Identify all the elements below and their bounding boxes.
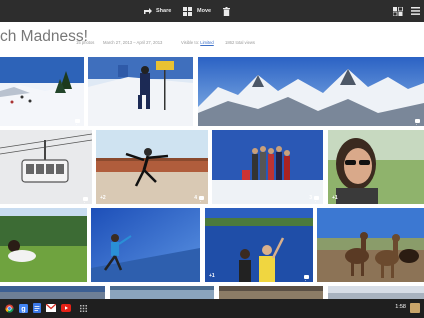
youtube-icon[interactable]	[61, 303, 71, 313]
grid-select-icon	[393, 6, 403, 16]
photo-group-snow[interactable]: 3	[212, 130, 323, 204]
delete-button[interactable]	[223, 0, 230, 22]
comment-icon	[304, 275, 309, 281]
photo-grass-lying[interactable]	[0, 208, 87, 282]
photo-skier-sign-image	[88, 57, 193, 126]
docs-icon[interactable]	[32, 303, 42, 313]
photo-deck-jump-comment: 4	[194, 195, 204, 202]
photo-count: 15 photos	[76, 40, 95, 45]
photo-jump-blue-sky-image	[91, 208, 200, 282]
photo-woman-sunglasses-plus: +1	[332, 195, 338, 201]
photo-ski-slope-badge	[75, 119, 80, 125]
comment-icon	[314, 196, 319, 202]
photo-row4-4[interactable]	[328, 286, 424, 299]
photo-lake-couple-plus: +1	[209, 273, 215, 279]
gmail-icon[interactable]	[46, 303, 56, 313]
status-clock[interactable]: 1:58	[395, 304, 406, 310]
photo-alpacas[interactable]	[317, 208, 424, 282]
photo-deck-jump-image	[96, 130, 208, 204]
photo-gondola-badge	[83, 197, 88, 203]
select-layout-button[interactable]	[393, 0, 403, 22]
chrome-icon[interactable]	[4, 303, 14, 313]
comment-icon	[199, 196, 204, 202]
share-label: Share	[156, 8, 172, 14]
trash-icon	[223, 6, 230, 16]
system-shelf: g 1:58	[0, 299, 424, 318]
photo-lake-couple[interactable]: +1	[205, 208, 313, 282]
view-count: 1862 total views	[225, 40, 256, 45]
photo-woman-sunglasses-image	[328, 130, 424, 204]
photo-deck-jump-plus: +2	[100, 195, 106, 201]
photo-deck-jump[interactable]: +2 4	[96, 130, 208, 204]
photo-mountain-panorama-badge	[415, 119, 420, 125]
share-icon	[144, 8, 152, 14]
photo-row4-2-image	[110, 286, 214, 299]
menu-icon	[411, 7, 420, 15]
photo-row4-2[interactable]	[110, 286, 214, 299]
photo-mountain-panorama[interactable]	[198, 57, 424, 126]
photo-grass-lying-image	[0, 208, 87, 282]
more-options-button[interactable]	[411, 0, 420, 22]
album-header: ch Madness! 15 photos March 27, 2013 – A…	[0, 22, 424, 55]
photo-lake-couple-comment	[304, 275, 309, 281]
google-search-icon[interactable]: g	[18, 303, 28, 313]
apps-grid-icon[interactable]	[78, 303, 88, 313]
photo-jump-blue-sky[interactable]	[91, 208, 200, 282]
photo-gondola-image	[0, 130, 92, 204]
photo-gondola[interactable]	[0, 130, 92, 204]
move-label: Move	[197, 8, 212, 14]
comment-icon	[83, 197, 88, 203]
photo-row4-1-image	[0, 286, 105, 299]
photo-group-snow-badge: 3	[309, 195, 319, 202]
photo-skier-sign[interactable]	[88, 57, 193, 126]
photo-row4-3-image	[219, 286, 323, 299]
avatar[interactable]	[410, 303, 420, 313]
photo-row4-4-image	[328, 286, 424, 299]
photo-ski-slope[interactable]	[0, 57, 84, 126]
move-icon	[183, 6, 192, 16]
date-range: March 27, 2013 – April 27, 2013	[103, 40, 163, 45]
photo-ski-slope-image	[0, 57, 84, 126]
share-button[interactable]: Share	[143, 0, 171, 22]
svg-text:g: g	[21, 304, 25, 313]
move-button[interactable]: Move	[183, 0, 211, 22]
comment-icon	[415, 119, 420, 125]
photo-lake-couple-image	[205, 208, 313, 282]
top-toolbar: Share Move	[0, 0, 424, 22]
visibility: Visible to: Limited	[181, 40, 214, 45]
album-title: ch Madness!	[0, 28, 88, 45]
photo-mountain-panorama-image	[198, 57, 424, 126]
photo-row4-1[interactable]	[0, 286, 105, 299]
photo-alpacas-image	[317, 208, 424, 282]
photo-group-snow-image	[212, 130, 323, 204]
visibility-link[interactable]: Limited	[200, 40, 214, 45]
photo-row4-3[interactable]	[219, 286, 323, 299]
visibility-prefix: Visible to:	[181, 40, 200, 45]
comment-icon	[75, 119, 80, 125]
photo-woman-sunglasses[interactable]: +1	[328, 130, 424, 204]
